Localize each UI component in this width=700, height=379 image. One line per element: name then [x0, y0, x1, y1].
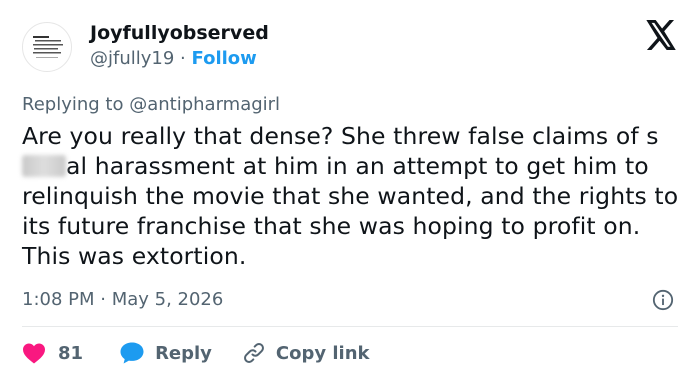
- tweet-text: Are you really that dense? She threw fal…: [22, 121, 682, 271]
- handle-separator: ·: [180, 48, 186, 69]
- like-button[interactable]: 81: [22, 342, 83, 364]
- link-icon: [243, 343, 264, 363]
- reply-button[interactable]: Reply: [119, 341, 212, 365]
- avatar-image: [33, 36, 63, 58]
- follow-button[interactable]: Follow: [192, 48, 257, 69]
- heart-icon: [23, 343, 45, 364]
- author-handle[interactable]: @jfully19: [90, 48, 174, 69]
- copy-link-label: Copy link: [275, 342, 370, 364]
- tweet-text-after: al harassment at him in an attempt to ge…: [22, 152, 679, 270]
- tweet-text-before: Are you really that dense? She threw fal…: [22, 122, 659, 150]
- tweet-card: Joyfullyobserved @jfully19 · Follow Repl…: [0, 0, 700, 379]
- action-bar: 81 Reply Copy link: [22, 338, 370, 368]
- copy-link-button[interactable]: Copy link: [242, 341, 370, 365]
- replying-to: Replying to @antipharmagirl: [22, 94, 280, 115]
- author-display-name[interactable]: Joyfullyobserved: [90, 22, 269, 44]
- x-logo-icon[interactable]: [644, 20, 678, 50]
- divider: [22, 326, 678, 327]
- replying-to-prefix: Replying to: [22, 94, 124, 115]
- author-handle-row: @jfully19 · Follow: [90, 48, 257, 69]
- tweet-timestamp[interactable]: 1:08 PM · May 5, 2026: [22, 289, 223, 310]
- speech-bubble-icon: [120, 342, 144, 364]
- censored-word-blur: [22, 155, 66, 177]
- reply-label: Reply: [155, 342, 212, 364]
- like-count: 81: [58, 342, 84, 364]
- avatar[interactable]: [22, 22, 72, 72]
- info-icon[interactable]: [652, 289, 674, 311]
- replying-to-mention[interactable]: @antipharmagirl: [129, 94, 280, 115]
